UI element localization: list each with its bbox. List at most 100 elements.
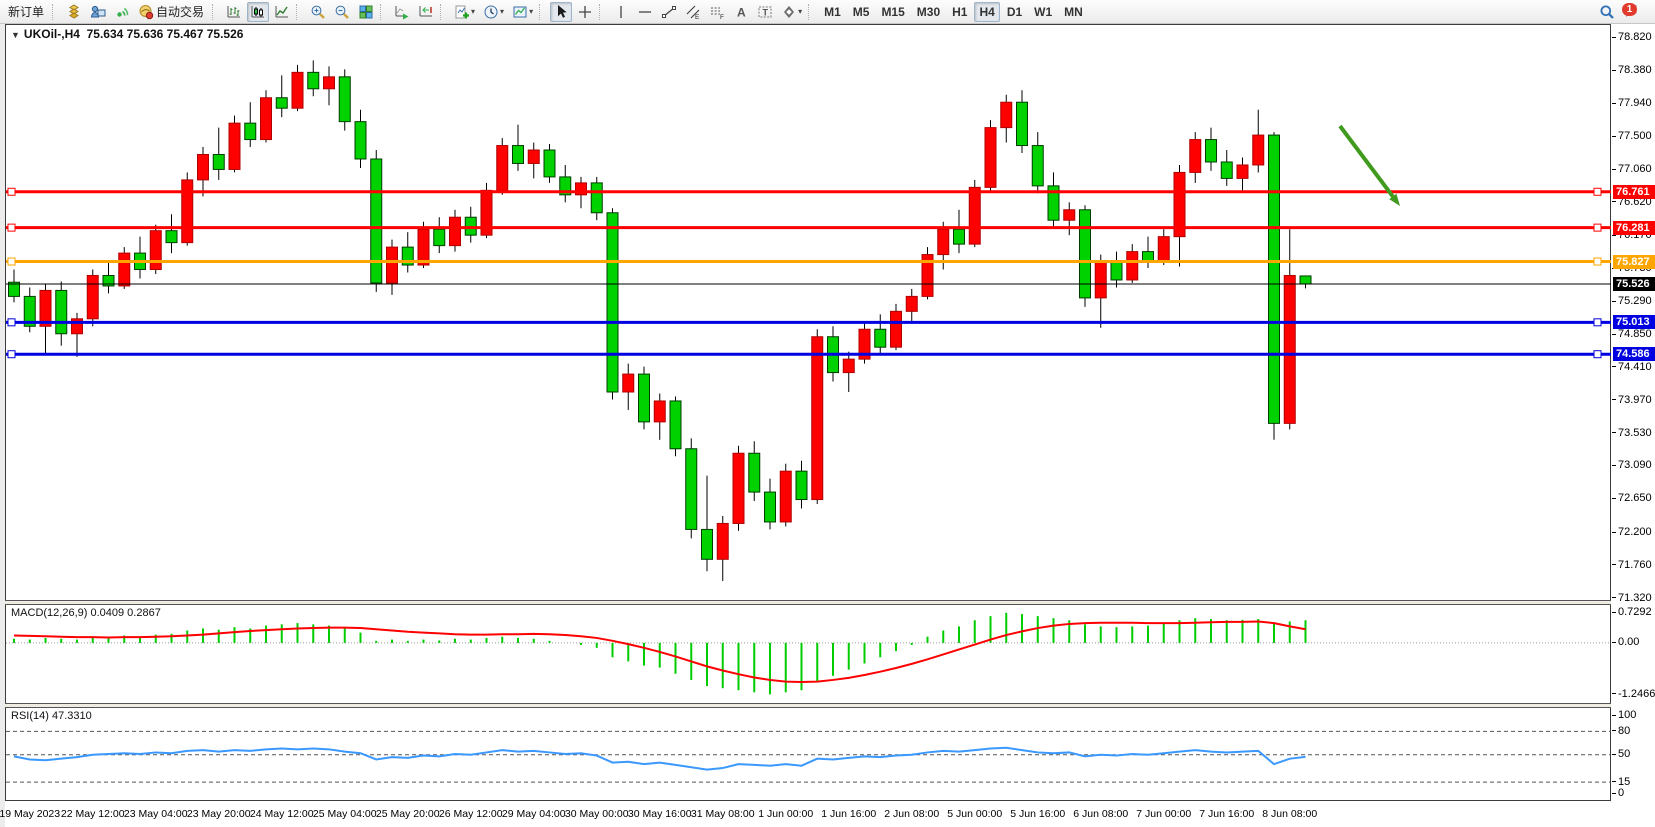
line-handle[interactable]	[8, 351, 15, 358]
chevron-down-icon[interactable]: ▾	[471, 7, 475, 16]
toolbar-separator	[212, 4, 220, 20]
axis-tick: 73.530	[1612, 427, 1652, 440]
time-axis-label: 1 Jun 00:00	[758, 808, 813, 820]
time-axis-label: 2 Jun 08:00	[884, 808, 939, 820]
chart-title: ▼UKOil-,H4 75.634 75.636 75.467 75.526	[11, 27, 243, 41]
svg-text:T: T	[763, 7, 769, 17]
axis-tick: 78.820	[1612, 31, 1652, 44]
toolbar-separator	[808, 4, 816, 20]
new-order-button[interactable]: 新订单	[3, 2, 49, 22]
indicators-button[interactable]: ▾	[451, 2, 478, 22]
timeframe-w1-button[interactable]: W1	[1029, 2, 1057, 22]
line-handle[interactable]	[8, 258, 15, 265]
periods-button[interactable]: ▾	[480, 2, 507, 22]
line-handle[interactable]	[1594, 319, 1601, 326]
axis-tick: 80	[1612, 725, 1630, 738]
axis-tick: 77.060	[1612, 163, 1652, 176]
time-axis-label: 1 Jun 16:00	[821, 808, 876, 820]
axis-tick: 71.760	[1612, 559, 1652, 572]
notifications-button[interactable]: 1	[1620, 2, 1648, 22]
price-axis[interactable]: 78.82078.38077.94077.50077.06076.62076.1…	[1612, 25, 1655, 800]
price-tag-76.281: 76.281	[1613, 221, 1655, 235]
axis-tick: 50	[1612, 748, 1630, 761]
line-handle[interactable]	[1594, 351, 1601, 358]
tile-windows-button[interactable]	[355, 2, 377, 22]
chevron-down-icon[interactable]: ▾	[500, 7, 504, 16]
line-handle[interactable]	[1594, 188, 1601, 195]
text-button[interactable]: A	[730, 2, 752, 22]
line-handle[interactable]	[8, 224, 15, 231]
time-axis-label: 30 May 00:00	[565, 808, 629, 820]
chart-dropdown-icon[interactable]: ▼	[11, 30, 20, 40]
chart-candles-icon	[250, 4, 266, 20]
hline-icon	[637, 4, 653, 20]
timeframe-m15-button[interactable]: M15	[876, 2, 909, 22]
axis-tick: 77.940	[1612, 97, 1652, 110]
timeframe-m1-button[interactable]: M1	[819, 2, 846, 22]
line-handle[interactable]	[1594, 224, 1601, 231]
signals-button[interactable]	[111, 2, 133, 22]
axis-tick: 74.850	[1612, 328, 1652, 341]
toolbar-separator	[296, 4, 304, 20]
time-axis-label: 7 Jun 16:00	[1199, 808, 1254, 820]
fibonacci-button[interactable]: F	[706, 2, 728, 22]
toolbar-separator	[380, 4, 388, 20]
timeframe-mn-button[interactable]: MN	[1059, 2, 1088, 22]
timeframe-m30-button[interactable]: M30	[912, 2, 945, 22]
horizontal-line-button[interactable]	[634, 2, 656, 22]
candlestick-mode-button[interactable]	[247, 2, 269, 22]
line-handle[interactable]	[8, 319, 15, 326]
line-chart-mode-button[interactable]	[271, 2, 293, 22]
new-order-button-label: 新订单	[6, 3, 46, 20]
chevron-down-icon[interactable]: ▾	[798, 7, 802, 16]
timeframe-m5-button[interactable]: M5	[848, 2, 875, 22]
auto-trading-icon	[138, 4, 154, 20]
signals-icon	[114, 4, 130, 20]
auto-scroll-button[interactable]	[391, 2, 413, 22]
chart-ohlc-values: 75.634 75.636 75.467 75.526	[87, 27, 244, 41]
time-axis-label: 26 May 12:00	[439, 808, 503, 820]
market-watch-button[interactable]	[63, 2, 85, 22]
rsi-pane[interactable]	[6, 708, 1611, 800]
notification-badge: 1	[1622, 3, 1637, 16]
text-label-button[interactable]: T	[754, 2, 776, 22]
macd-pane[interactable]	[6, 605, 1611, 703]
cursor-button[interactable]	[550, 2, 572, 22]
timeframe-h4-button-label: H4	[977, 5, 996, 19]
time-axis[interactable]: 19 May 202322 May 12:0023 May 04:0023 Ma…	[6, 803, 1611, 827]
chart-window: ▼UKOil-,H4 75.634 75.636 75.467 75.526 M…	[5, 24, 1655, 827]
axis-tick: 0	[1612, 787, 1624, 800]
chart-shift-button[interactable]	[415, 2, 437, 22]
chevron-down-icon[interactable]: ▾	[529, 7, 533, 16]
price-pane[interactable]	[6, 25, 1611, 600]
zoom-in-button[interactable]	[307, 2, 329, 22]
crosshair-icon	[577, 4, 593, 20]
axis-tick: 72.200	[1612, 526, 1652, 539]
auto-scroll-icon	[394, 4, 410, 20]
timeframe-m15-button-label: M15	[879, 5, 906, 19]
price-tag-75.827: 75.827	[1613, 255, 1655, 269]
zoom-out-button[interactable]	[331, 2, 353, 22]
trend-arrow[interactable]	[1340, 126, 1393, 196]
line-handle[interactable]	[1594, 258, 1601, 265]
time-axis-label: 22 May 12:00	[61, 808, 125, 820]
timeframe-h4-button[interactable]: H4	[974, 2, 999, 22]
search-button[interactable]	[1596, 2, 1618, 22]
arrows-button[interactable]: ▾	[778, 2, 805, 22]
price-tag-75.526: 75.526	[1613, 277, 1655, 291]
bar-chart-mode-button[interactable]	[223, 2, 245, 22]
trendline-button[interactable]	[658, 2, 680, 22]
axis-tick: 74.410	[1612, 361, 1652, 374]
timeframe-d1-button[interactable]: D1	[1002, 2, 1027, 22]
auto-trading-button[interactable]: 自动交易	[135, 2, 209, 22]
crosshair-button[interactable]	[574, 2, 596, 22]
vertical-line-button[interactable]	[610, 2, 632, 22]
equidistant-channel-button[interactable]: E	[682, 2, 704, 22]
navigator-button[interactable]	[87, 2, 109, 22]
timeframe-h1-button[interactable]: H1	[947, 2, 972, 22]
toolbar-separator	[440, 4, 448, 20]
templates-button[interactable]: ▾	[509, 2, 536, 22]
periods-icon	[483, 4, 499, 20]
line-handle[interactable]	[8, 188, 15, 195]
time-axis-label: 23 May 20:00	[187, 808, 251, 820]
